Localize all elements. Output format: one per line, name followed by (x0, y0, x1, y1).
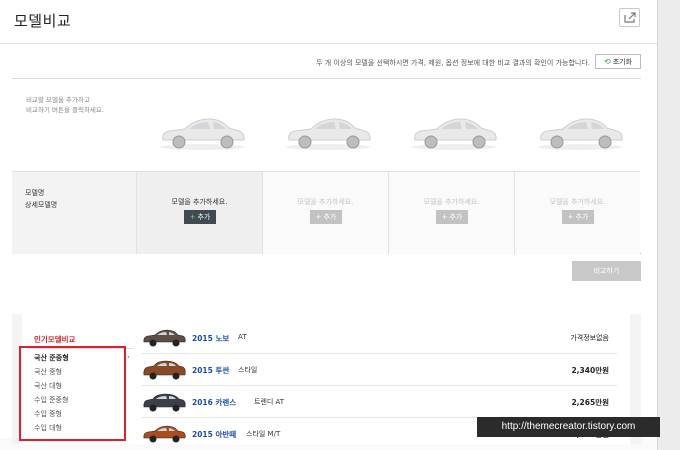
model-trim: 트렌디 AT (254, 398, 285, 406)
model-slot-1: 모델을 추가하세요. + 추가 (136, 171, 262, 254)
compare-table: 비교할 모델을 추가하고 비교하기 버튼을 클릭하세요. 모델명 상세모델명 모… (12, 78, 641, 254)
model-price: 2,340만원 (571, 366, 609, 375)
add-button-label: 추가 (323, 213, 337, 221)
refresh-icon: ⟲ (603, 57, 611, 66)
car-thumbnail-icon (143, 393, 186, 412)
popular-row[interactable]: 2015 투싼 스타일 2,340만원 (142, 354, 617, 386)
add-model-button[interactable]: + 추가 (436, 210, 468, 224)
car-thumbnail-icon (143, 329, 186, 347)
model-trim: 스타일 M/T (246, 430, 281, 438)
popular-row[interactable]: 2015 노보 AT 가격정보없음 (142, 322, 617, 354)
plus-icon: + (567, 213, 574, 221)
plus-icon: + (315, 213, 322, 221)
share-button[interactable] (619, 8, 640, 27)
add-model-button[interactable]: + 추가 (310, 210, 342, 224)
car-thumbnail-icon (143, 425, 186, 443)
model-slot-2: 모델을 추가하세요. + 추가 (262, 171, 388, 254)
reset-button[interactable]: ⟲ 초기화 (595, 54, 641, 69)
model-trim: 스타일 (238, 366, 258, 374)
model-name-link[interactable]: 2015 노보 (192, 333, 229, 344)
chevron-right-icon: › (127, 353, 130, 361)
model-slot-4: 모델을 추가하세요. + 추가 (514, 171, 640, 254)
car-placeholder-icon (538, 118, 623, 150)
slot-prompt: 모델을 추가하세요. (171, 198, 228, 206)
scrollbar-area[interactable] (657, 0, 680, 450)
model-name-label: 모델명 (25, 189, 45, 197)
detail-model-label: 상세모델명 (25, 201, 58, 209)
slot-prompt: 모델을 추가하세요. (423, 198, 480, 206)
share-icon (624, 12, 636, 23)
popular-row[interactable]: 2016 카렌스 트렌디 AT 2,265만원 (142, 386, 617, 418)
plus-icon: + (189, 213, 196, 221)
model-price: 2,265만원 (571, 398, 609, 407)
compare-button[interactable]: 비교하기 (572, 261, 641, 281)
page-title: 모델비교 (14, 12, 72, 30)
watermark: http://themecreator.tistory.com (477, 417, 660, 437)
model-trim: AT (238, 333, 247, 341)
guide-line-2: 비교하기 버튼을 클릭하세요. (26, 106, 104, 114)
slot-prompt: 모델을 추가하세요. (297, 198, 354, 206)
model-name-link[interactable]: 2015 아반떼 (192, 429, 236, 440)
slot-prompt: 모델을 추가하세요. (549, 198, 606, 206)
car-placeholder-icon (412, 118, 497, 150)
add-button-label: 추가 (575, 213, 589, 221)
car-placeholder-icon (286, 118, 371, 150)
model-price: 가격정보없음 (570, 334, 609, 342)
car-placeholder-icon (160, 118, 245, 150)
model-name-link[interactable]: 2016 카렌스 (192, 397, 236, 408)
add-button-label: 추가 (449, 213, 463, 221)
guide-text: 비교할 모델을 추가하고 비교하기 버튼을 클릭하세요. (26, 95, 136, 115)
plus-icon: + (441, 213, 448, 221)
model-slot-3: 모델을 추가하세요. + 추가 (388, 171, 514, 254)
compare-notice: 두 개 이상의 모델을 선택하시면 가격, 제원, 옵션 정보에 대한 비교 결… (316, 59, 590, 67)
add-button-label: 추가 (197, 213, 211, 221)
car-thumbnail-icon (143, 360, 186, 380)
row-label-column: 모델명 상세모델명 (12, 171, 136, 254)
model-name-link[interactable]: 2015 투싼 (192, 365, 229, 376)
page-header: 모델비교 (0, 0, 657, 44)
reset-label: 초기화 (612, 58, 633, 66)
guide-line-1: 비교할 모델을 추가하고 (26, 96, 90, 104)
add-model-button[interactable]: + 추가 (184, 210, 216, 224)
highlight-box (19, 346, 126, 441)
popular-title: 인기모델비교 (34, 335, 76, 344)
add-model-button[interactable]: + 추가 (562, 210, 594, 224)
